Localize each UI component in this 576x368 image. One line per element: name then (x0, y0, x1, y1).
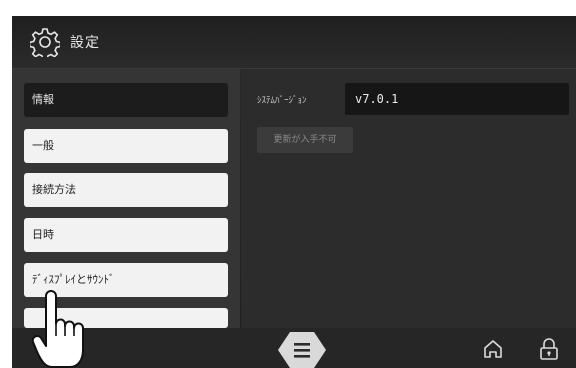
menu-icon[interactable] (278, 330, 326, 368)
info-panel: ｼｽﾃﾑﾊﾞｰｼﾞｮﾝ v7.0.1 更新が入手不可 (241, 69, 576, 328)
update-button[interactable]: 更新が入手不可 (257, 127, 353, 153)
sidebar-item-info[interactable]: 情報 (24, 83, 228, 117)
home-icon[interactable] (482, 338, 504, 360)
lock-icon[interactable] (538, 337, 560, 361)
system-version-label: ｼｽﾃﾑﾊﾞｰｼﾞｮﾝ (257, 96, 307, 106)
bottom-bar (12, 328, 576, 368)
sidebar-item-datetime[interactable]: 日時 (24, 218, 228, 252)
header-bar: 設定 (12, 16, 576, 69)
sidebar-item-connection[interactable]: 接続方法 (24, 173, 228, 207)
sidebar-item-general[interactable]: 一般 (24, 129, 228, 163)
page-title: 設定 (70, 35, 100, 51)
settings-screen: 設定 情報 一般 接続方法 日時 ﾃﾞｨｽﾌﾟﾚｲとｻｳﾝﾄﾞ ｼｽﾃﾑﾊﾞｰｼ… (12, 16, 576, 368)
system-version-value: v7.0.1 (345, 83, 569, 115)
pointing-hand-icon (31, 290, 84, 368)
gear-icon (30, 28, 60, 57)
